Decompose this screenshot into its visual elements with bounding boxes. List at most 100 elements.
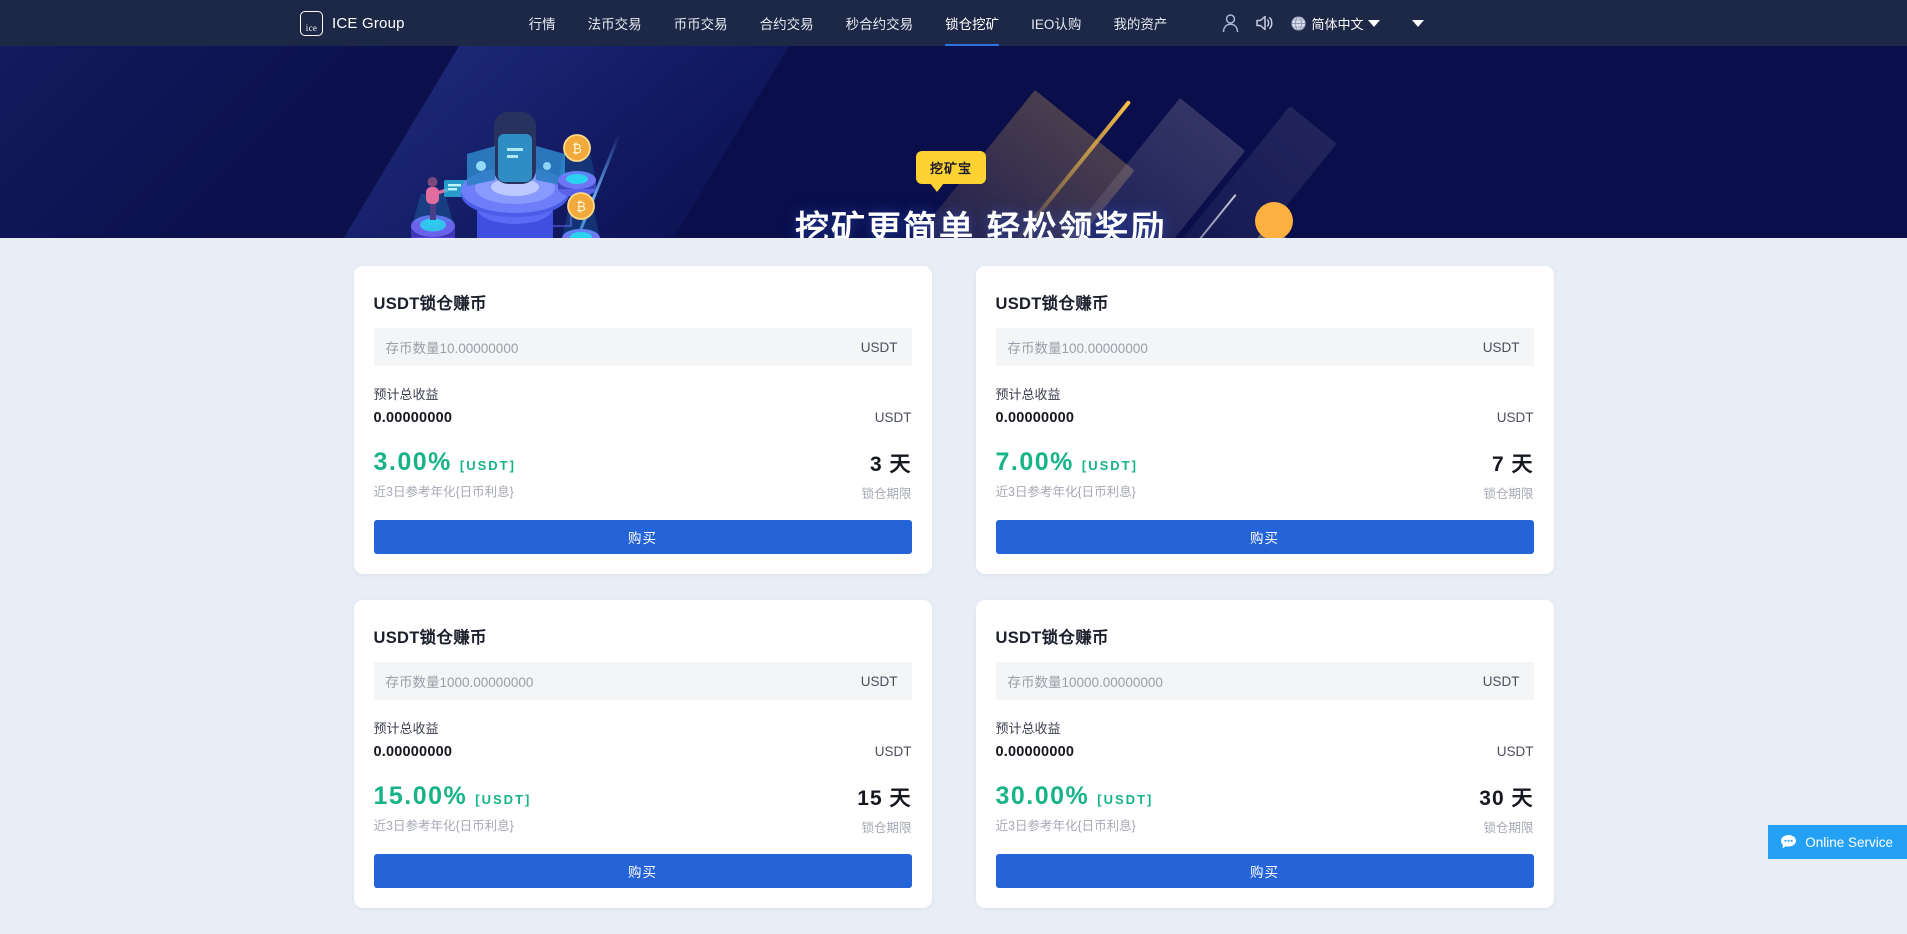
lock-term-days: 3 天 <box>869 453 912 476</box>
deposit-amount-unit: USDT <box>1482 673 1520 689</box>
chat-bubble-icon <box>1781 835 1797 849</box>
card-title: USDT锁仓赚币 <box>373 295 487 313</box>
main-content: USDT锁仓赚币 存币数量10.00000000 USDT 预计总收益 0.00… <box>0 238 1907 934</box>
deposit-amount-placeholder: 存币数量100.00000000 <box>1007 341 1148 356</box>
deposit-amount-placeholder: 存币数量10.00000000 <box>385 341 519 356</box>
nav-item-contract-trading[interactable]: 合约交易 <box>744 0 830 46</box>
nav-item-my-assets[interactable]: 我的资产 <box>1097 0 1183 46</box>
deposit-amount-field[interactable]: 存币数量10.00000000 USDT <box>373 328 912 366</box>
deposit-amount-unit: USDT <box>860 673 898 689</box>
rate-term-row: 15.00% [USDT] 近3日参考年化{日币利息} 15 天 锁仓期限 <box>374 782 912 836</box>
lock-term-days: 15 天 <box>857 787 912 810</box>
nav-item-ieo[interactable]: IEO认购 <box>1015 0 1097 46</box>
rate-term-row: 7.00% [USDT] 近3日参考年化{日币利息} 7 天 锁仓期限 <box>996 448 1534 502</box>
estimated-profit-label: 预计总收益 <box>995 387 1061 402</box>
ice-logo-icon: ice <box>300 10 323 36</box>
more-menu-chevron-down-icon[interactable] <box>1412 19 1425 27</box>
estimated-profit-row: 0.00000000 USDT <box>996 410 1534 426</box>
rate-term-row: 3.00% [USDT] 近3日参考年化{日币利息} 3 天 锁仓期限 <box>374 448 912 502</box>
language-label: 简体中文 <box>1311 16 1364 32</box>
estimated-profit-label: 预计总收益 <box>373 721 439 736</box>
estimated-profit-row: 0.00000000 USDT <box>374 744 912 760</box>
annual-rate-coin: [USDT] <box>475 792 532 807</box>
annual-rate-note: 近3日参考年化{日币利息} <box>995 819 1136 833</box>
nav-right-tools: 简体中文 <box>1213 0 1425 46</box>
estimated-profit-value: 0.00000000 <box>995 410 1075 426</box>
estimated-profit-row: 0.00000000 USDT <box>374 410 912 426</box>
chevron-down-icon <box>1368 19 1381 27</box>
buy-button[interactable]: 购买 <box>373 520 912 554</box>
card-title: USDT锁仓赚币 <box>995 295 1109 313</box>
user-icon <box>1222 13 1239 32</box>
annual-rate-percent: 30.00% <box>995 782 1090 810</box>
buy-button[interactable]: 购买 <box>995 854 1534 888</box>
annual-rate-percent: 7.00% <box>995 448 1074 476</box>
online-service-label: Online Service <box>1805 834 1893 850</box>
lock-term-label: 锁仓期限 <box>1483 821 1534 835</box>
term-block: 30 天 锁仓期限 <box>1479 782 1533 836</box>
annual-rate-coin: [USDT] <box>459 458 516 473</box>
estimated-profit-label: 预计总收益 <box>995 721 1061 736</box>
banner-badge: 挖矿宝 <box>916 151 987 192</box>
mining-illustration: ₿ ₿ ₿ <box>411 112 600 238</box>
mining-product-card: USDT锁仓赚币 存币数量10000.00000000 USDT 预计总收益 0… <box>975 600 1554 908</box>
nav-item-lock-mining[interactable]: 锁仓挖矿 <box>929 0 1015 46</box>
card-title: USDT锁仓赚币 <box>995 629 1109 647</box>
brand-name: ICE Group <box>332 14 405 32</box>
user-account-button[interactable] <box>1213 0 1247 46</box>
deposit-amount-field[interactable]: 存币数量10000.00000000 USDT <box>995 662 1534 700</box>
estimated-profit-value: 0.00000000 <box>995 744 1075 760</box>
estimated-profit-value: 0.00000000 <box>373 410 453 426</box>
online-service-button[interactable]: Online Service <box>1768 825 1907 859</box>
lock-term-label: 锁仓期限 <box>861 821 912 835</box>
deposit-amount-placeholder: 存币数量10000.00000000 <box>1007 675 1163 690</box>
lock-term-label: 锁仓期限 <box>1483 487 1534 501</box>
annual-rate-coin: [USDT] <box>1097 792 1154 807</box>
term-block: 7 天 锁仓期限 <box>1483 448 1533 502</box>
term-block: 15 天 锁仓期限 <box>857 782 911 836</box>
mining-product-card: USDT锁仓赚币 存币数量10.00000000 USDT 预计总收益 0.00… <box>353 266 932 574</box>
lock-term-label: 锁仓期限 <box>861 487 912 501</box>
top-navbar: ice ICE Group 行情 法币交易 币币交易 合约交易 秒合约交易 锁仓… <box>0 0 1907 46</box>
deposit-amount-unit: USDT <box>860 339 898 355</box>
product-card-grid: USDT锁仓赚币 存币数量10.00000000 USDT 预计总收益 0.00… <box>353 266 1554 908</box>
buy-button[interactable]: 购买 <box>995 520 1534 554</box>
sound-toggle-button[interactable] <box>1247 0 1281 46</box>
nav-item-markets[interactable]: 行情 <box>513 0 572 46</box>
annual-rate-percent: 15.00% <box>373 782 468 810</box>
nav-item-seconds-contract[interactable]: 秒合约交易 <box>830 0 930 46</box>
rate-term-row: 30.00% [USDT] 近3日参考年化{日币利息} 30 天 锁仓期限 <box>996 782 1534 836</box>
rate-block: 3.00% [USDT] 近3日参考年化{日币利息} <box>374 448 516 500</box>
hero-banner: ₿ ₿ ₿ 挖矿宝 挖矿更简单 轻松领奖励 <box>0 46 1907 238</box>
estimated-profit-value: 0.00000000 <box>373 744 453 760</box>
rate-block: 15.00% [USDT] 近3日参考年化{日币利息} <box>374 782 532 834</box>
svg-text:₿: ₿ <box>572 142 582 157</box>
estimated-profit-unit: USDT <box>874 410 912 425</box>
language-selector[interactable]: 简体中文 <box>1281 0 1386 46</box>
svg-text:₿: ₿ <box>576 200 586 215</box>
banner-headline: 挖矿更简单 轻松领奖励 <box>795 210 1167 238</box>
card-title: USDT锁仓赚币 <box>373 629 487 647</box>
estimated-profit-unit: USDT <box>1496 410 1534 425</box>
mining-product-card: USDT锁仓赚币 存币数量1000.00000000 USDT 预计总收益 0.… <box>353 600 932 908</box>
nav-item-coin-trading[interactable]: 币币交易 <box>658 0 744 46</box>
banner-orange-ball <box>1255 202 1293 238</box>
deposit-amount-field[interactable]: 存币数量100.00000000 USDT <box>995 328 1534 366</box>
nav-menu: 行情 法币交易 币币交易 合约交易 秒合约交易 锁仓挖矿 IEO认购 我的资产 <box>513 0 1184 46</box>
estimated-profit-row: 0.00000000 USDT <box>996 744 1534 760</box>
estimated-profit-unit: USDT <box>1496 744 1534 759</box>
annual-rate-percent: 3.00% <box>373 448 452 476</box>
deposit-amount-unit: USDT <box>1482 339 1520 355</box>
globe-icon <box>1291 15 1306 31</box>
mining-product-card: USDT锁仓赚币 存币数量100.00000000 USDT 预计总收益 0.0… <box>975 266 1554 574</box>
annual-rate-note: 近3日参考年化{日币利息} <box>373 485 514 499</box>
brand-logo[interactable]: ice ICE Group <box>300 10 405 36</box>
nav-item-fiat-trading[interactable]: 法币交易 <box>572 0 658 46</box>
estimated-profit-label: 预计总收益 <box>373 387 439 402</box>
term-block: 3 天 锁仓期限 <box>861 448 911 502</box>
annual-rate-note: 近3日参考年化{日币利息} <box>995 485 1136 499</box>
buy-button[interactable]: 购买 <box>373 854 912 888</box>
estimated-profit-unit: USDT <box>874 744 912 759</box>
deposit-amount-field[interactable]: 存币数量1000.00000000 USDT <box>373 662 912 700</box>
sound-icon <box>1256 15 1273 31</box>
